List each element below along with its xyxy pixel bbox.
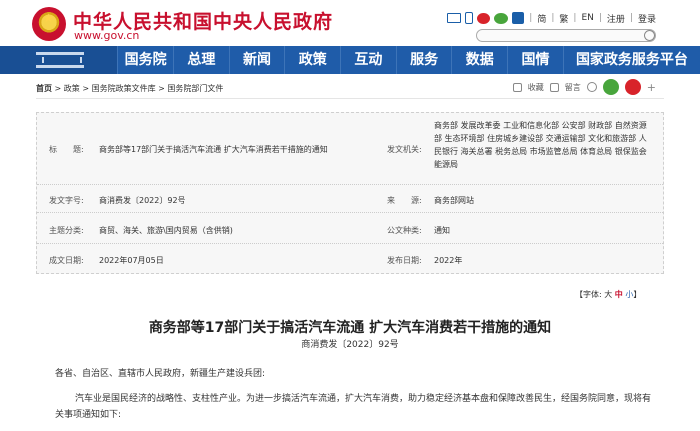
nav-item-services[interactable]: 服务 [395, 46, 452, 74]
document-info-table: 标 题: 商务部等17部门关于搞活汽车流通 扩大汽车消费若干措施的通知 发文机关… [36, 112, 664, 274]
nav-item-national-info[interactable]: 国情 [507, 46, 563, 74]
article-docno: 商消费发〔2022〕92号 [301, 340, 399, 350]
search-icon[interactable] [644, 30, 655, 41]
divider [36, 98, 664, 99]
wechat-icon[interactable] [494, 12, 509, 24]
collect-link[interactable]: 收藏 [528, 82, 544, 93]
weibo-share-icon[interactable] [624, 79, 641, 95]
nav-item-news[interactable]: 新闻 [228, 46, 285, 74]
title-label: 标 题: [49, 145, 84, 154]
share-toolbar: 收藏 留言 + [512, 79, 656, 95]
docno-label: 发文字号: [49, 196, 84, 205]
published-date-value: 2022年 [434, 256, 463, 265]
font-size-control: 【字体: 大 中 小】 [575, 289, 641, 300]
nav-item-premier[interactable]: 总理 [173, 46, 229, 74]
nav-item-data[interactable]: 数据 [451, 46, 507, 74]
lang-traditional[interactable]: 繁 [559, 12, 568, 25]
title-value: 商务部等17部门关于搞活汽车流通 扩大汽车消费若干措施的通知 [99, 145, 328, 154]
more-share-icon[interactable]: + [647, 81, 656, 94]
register-link[interactable]: 注册 [607, 12, 625, 25]
font-size-large[interactable]: 大 [604, 290, 612, 299]
leave-message-link[interactable]: 留言 [565, 82, 581, 93]
weibo-icon[interactable] [477, 12, 491, 24]
login-link[interactable]: 登录 [638, 12, 656, 25]
star-outline-icon[interactable] [512, 82, 522, 92]
app-icon[interactable] [512, 12, 525, 24]
site-header: ★ 中华人民共和国中央人民政府 www.gov.cn | 简 | 繁 | EN … [0, 0, 700, 46]
docno-value: 商消费发〔2022〕92号 [99, 196, 186, 205]
info-row-category: 主题分类: 商贸、海关、旅游\国内贸易（含供销) 公文种类: 通知 [37, 213, 663, 244]
nav-item-interaction[interactable]: 互动 [340, 46, 396, 74]
font-size-prefix: 【字体: [575, 290, 602, 299]
nav-item-policy[interactable]: 政策 [284, 46, 340, 74]
site-url[interactable]: www.gov.cn [74, 29, 139, 42]
article-salutation: 各省、自治区、直辖市人民政府，新疆生产建设兵团: [55, 369, 266, 379]
mail-icon[interactable] [447, 13, 462, 23]
type-value: 通知 [434, 226, 450, 235]
written-date-value: 2022年07月05日 [99, 256, 164, 265]
share-icon[interactable] [586, 82, 597, 92]
breadcrumb: 首页 > 政策 > 国务院政策文件库 > 国务院部门文件 [36, 83, 223, 94]
star-icon: ★ [43, 11, 54, 25]
source-value: 商务部网站 [434, 196, 474, 205]
message-icon[interactable] [549, 82, 559, 92]
font-size-suffix: 】 [633, 290, 642, 299]
font-size-medium[interactable]: 中 [615, 290, 623, 299]
info-row-title: 标 题: 商务部等17部门关于搞活汽车流通 扩大汽车消费若干措施的通知 发文机关… [37, 113, 663, 185]
source-label: 来 源: [387, 196, 422, 205]
search-input[interactable] [476, 29, 656, 42]
published-date-label: 发布日期: [387, 256, 422, 265]
info-row-dates: 成文日期: 2022年07月05日 发布日期: 2022年 [37, 244, 663, 273]
header-tools: | 简 | 繁 | EN | 注册 | 登录 [447, 11, 656, 25]
category-value: 商贸、海关、旅游\国内贸易（含供销) [99, 226, 233, 235]
tiananmen-logo-icon[interactable] [0, 46, 118, 74]
breadcrumb-home[interactable]: 首页 [36, 84, 52, 93]
wechat-share-icon[interactable] [602, 79, 619, 95]
category-label: 主题分类: [49, 226, 84, 235]
issuer-label: 发文机关: [387, 145, 422, 154]
nav-item-service-platform[interactable]: 国家政务服务平台 [562, 46, 700, 74]
lang-simplified[interactable]: 简 [537, 12, 546, 25]
type-label: 公文种类: [387, 226, 422, 235]
issuer-value: 商务部 发展改革委 工业和信息化部 公安部 财政部 自然资源部 生态环境部 住房… [434, 121, 647, 169]
breadcrumb-path[interactable]: > 政策 > 国务院政策文件库 > 国务院部门文件 [52, 84, 224, 93]
article-paragraph: 汽车业是国民经济的战略性、支柱性产业。为进一步搞活汽车流通，扩大汽车消费，助力稳… [55, 394, 652, 420]
nav-item-state-council[interactable]: 国务院 [117, 46, 173, 74]
article-title: 商务部等17部门关于搞活汽车流通 扩大汽车消费若干措施的通知 [148, 320, 552, 336]
main-nav: 国务院 总理 新闻 政策 互动 服务 数据 国情 国家政务服务平台 [0, 46, 700, 74]
info-row-docno: 发文字号: 商消费发〔2022〕92号 来 源: 商务部网站 [37, 185, 663, 213]
written-date-label: 成文日期: [49, 256, 84, 265]
mobile-icon[interactable] [465, 12, 474, 24]
lang-english[interactable]: EN [581, 13, 593, 23]
